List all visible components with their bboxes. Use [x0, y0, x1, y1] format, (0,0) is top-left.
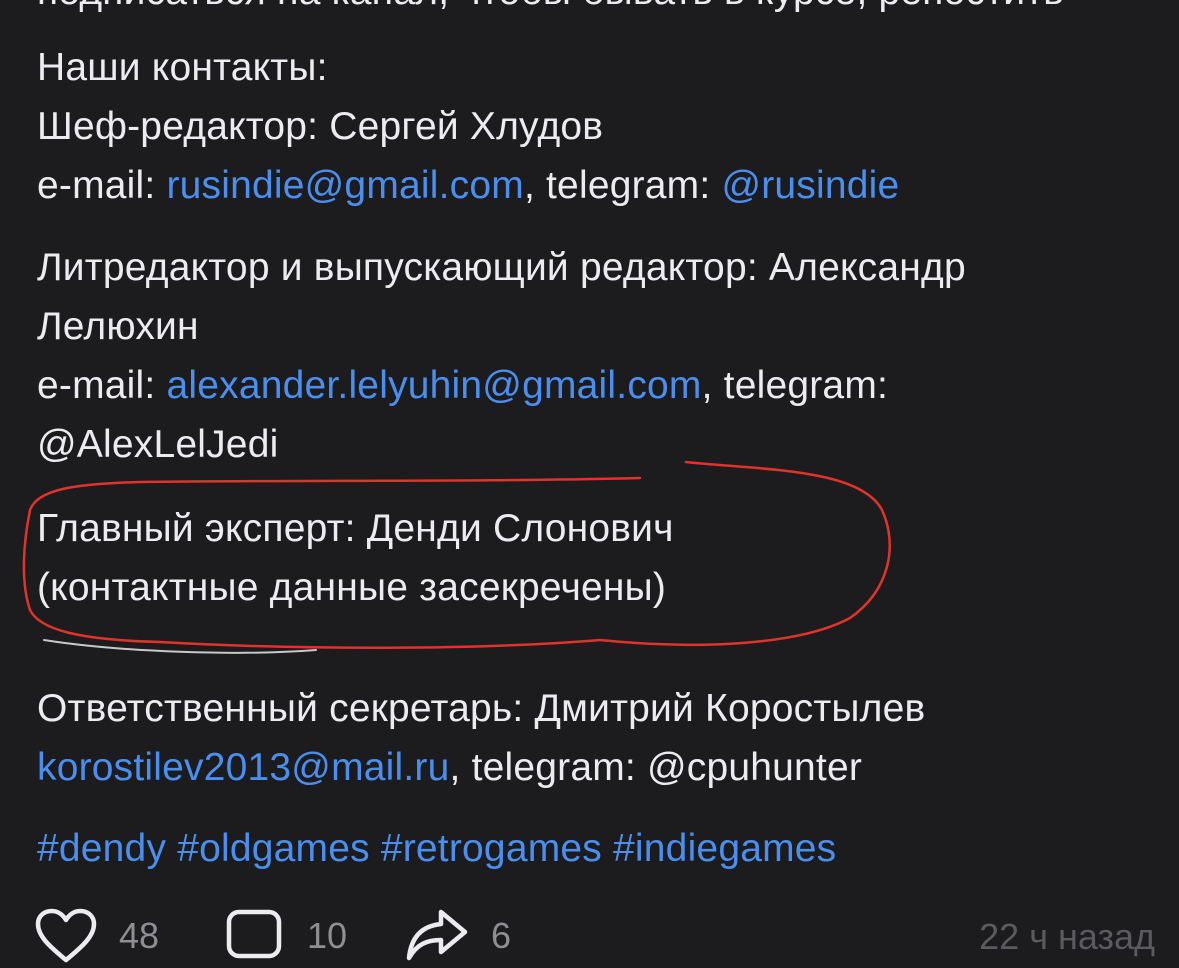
chief-email-label: e-mail:	[37, 164, 167, 207]
chief-contacts: e-mail: rusindie@gmail.com, telegram: @r…	[37, 156, 899, 216]
secretary-telegram-text: , telegram: @cpuhunter	[449, 746, 863, 789]
hashtag-link[interactable]: #indiegames	[613, 827, 836, 870]
chief-editor-text: Шеф-редактор: Сергей Хлудов	[37, 105, 604, 148]
heart-icon	[35, 908, 97, 963]
lit-email-link[interactable]: alexander.lelyuhin@gmail.com	[166, 364, 701, 407]
lit-email-label: e-mail:	[37, 364, 167, 407]
chief-telegram-label: , telegram:	[523, 164, 722, 207]
expert-text-1: Главный эксперт: Денди Слонович	[37, 507, 674, 550]
comment-icon	[226, 909, 282, 959]
lit-telegram-label: , telegram:	[701, 364, 889, 407]
chief-email-link[interactable]: rusindie@gmail.com	[166, 164, 523, 207]
secretary-text: Ответственный секретарь: Дмитрий Коросты…	[37, 687, 926, 730]
cut-off-text: подписаться на канал, чтобы бывать в кур…	[37, 0, 1064, 22]
share-count: 6	[491, 915, 512, 956]
post-actions: 48 10 6 22 ч назад	[35, 908, 1155, 968]
lit-editor-text-2: Лелюхин	[37, 305, 199, 348]
secretary-email-link[interactable]: korostilev2013@mail.ru	[37, 746, 450, 789]
like-button[interactable]: 48	[35, 908, 159, 964]
share-button[interactable]: 6	[405, 908, 511, 964]
chief-telegram-link[interactable]: @rusindie	[721, 164, 899, 207]
share-arrow-icon	[406, 909, 468, 961]
like-count: 48	[119, 915, 160, 956]
comment-count: 10	[307, 915, 348, 956]
lit-contacts: e-mail: alexander.lelyuhin@gmail.com, te…	[37, 356, 888, 416]
hashtag-link[interactable]: #retrogames	[381, 827, 602, 870]
hashtags: #dendy #oldgames #retrogames #indiegames	[37, 819, 836, 879]
comment-button[interactable]: 10	[225, 908, 347, 964]
lit-telegram-handle: @AlexLelJedi	[37, 423, 279, 466]
secretary-contacts: korostilev2013@mail.ru, telegram: @cpuhu…	[37, 738, 862, 798]
hashtag-link[interactable]: #dendy	[37, 827, 166, 870]
contacts-heading: Наши контакты:	[37, 46, 328, 89]
post-timestamp: 22 ч назад	[979, 916, 1155, 957]
lit-editor-text-1: Литредактор и выпускающий редактор: Алек…	[37, 246, 966, 289]
expert-text-2: (контактные данные засекречены)	[37, 566, 667, 609]
hashtag-link[interactable]: #oldgames	[177, 827, 370, 870]
